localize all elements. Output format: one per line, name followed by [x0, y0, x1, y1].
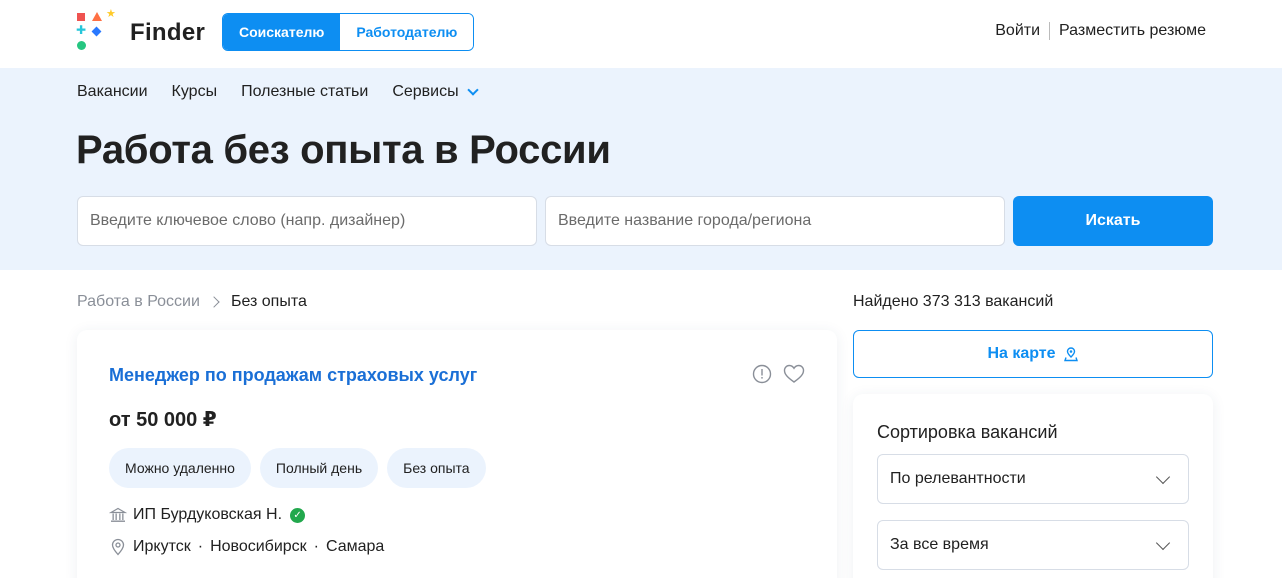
logo-mark-icon: ★ ✚: [76, 9, 118, 52]
map-button[interactable]: На карте: [853, 330, 1213, 378]
keyword-placeholder: Введите ключевое слово (напр. дизайнер): [90, 212, 406, 229]
logo[interactable]: ★ ✚ Finder: [76, 9, 216, 52]
period-value: За все время: [890, 536, 989, 553]
site-header: ★ ✚ Finder Соискателю Работодателю Войти…: [0, 0, 1282, 68]
search-button[interactable]: Искать: [1013, 196, 1213, 246]
nav-item-services[interactable]: Сервисы: [392, 83, 479, 101]
page-title: Работа без опыта в России: [76, 128, 611, 172]
nav-item-articles[interactable]: Полезные статьи: [241, 83, 368, 101]
keyword-search-input[interactable]: Введите ключевое слово (напр. дизайнер): [77, 196, 537, 246]
results-count: Найдено 373 313 вакансий: [853, 293, 1054, 310]
chevron-down-icon: [466, 83, 479, 96]
chevron-right-icon: [208, 296, 220, 308]
vacancy-title-link[interactable]: Менеджер по продажам страховых услуг: [109, 365, 477, 386]
main-nav: Вакансии Курсы Полезные статьи Сервисы: [77, 83, 479, 101]
tag-remote: Можно удаленно: [109, 448, 251, 488]
employer-row: ИП Бурдуковская Н. ✓: [109, 506, 306, 524]
city-separator: ·: [313, 538, 319, 555]
tag-no-experience: Без опыта: [387, 448, 486, 488]
tag-full-day: Полный день: [259, 448, 379, 488]
hero-section: Вакансии Курсы Полезные статьи Сервисы Р…: [0, 68, 1282, 270]
city-search-input[interactable]: Введите название города/региона: [545, 196, 1005, 246]
building-icon: [109, 507, 127, 522]
sort-order-value: По релевантности: [890, 470, 1026, 487]
breadcrumb-current: Без опыта: [230, 293, 307, 310]
sort-panel: Сортировка вакансий По релевантности За …: [853, 394, 1213, 578]
chevron-down-icon: [1155, 469, 1171, 485]
nav-item-vacancies[interactable]: Вакансии: [77, 83, 148, 101]
role-switch: Соискателю Работодателю: [222, 13, 475, 51]
city-item: Новосибирск: [210, 538, 307, 555]
nav-item-services-label: Сервисы: [392, 83, 459, 100]
sort-title: Сортировка вакансий: [877, 422, 1058, 442]
vacancy-actions: [751, 363, 805, 385]
chevron-down-icon: [1155, 535, 1171, 551]
breadcrumb: Работа в России Без опыта: [77, 293, 307, 311]
city-item: Иркутск: [133, 538, 191, 555]
city-item: Самара: [326, 538, 385, 555]
tab-employer[interactable]: Работодателю: [340, 14, 474, 50]
vacancy-tags: Можно удаленно Полный день Без опыта: [109, 448, 486, 488]
heart-icon[interactable]: [783, 363, 805, 385]
map-pin-icon: [1063, 347, 1078, 362]
login-link[interactable]: Войти: [995, 22, 1040, 40]
vacancy-salary: от 50 000 ₽: [109, 409, 217, 431]
logo-text: Finder: [130, 19, 206, 46]
period-select[interactable]: За все время: [877, 520, 1189, 570]
employer-name[interactable]: ИП Бурдуковская Н.: [133, 506, 282, 524]
report-icon[interactable]: [751, 363, 773, 385]
post-resume-link[interactable]: Разместить резюме: [1059, 22, 1206, 40]
breadcrumb-parent-link[interactable]: Работа в России: [77, 293, 200, 311]
location-pin-icon: [111, 538, 125, 556]
verified-check-icon: ✓: [290, 507, 306, 523]
city-placeholder: Введите название города/региона: [558, 212, 812, 229]
nav-item-courses[interactable]: Курсы: [172, 83, 218, 101]
sort-order-select[interactable]: По релевантности: [877, 454, 1189, 504]
vacancy-card[interactable]: Менеджер по продажам страховых услуг от …: [77, 330, 837, 578]
header-actions: Войти Разместить резюме: [995, 22, 1206, 40]
header-divider: [1049, 22, 1051, 40]
city-separator: ·: [197, 538, 204, 555]
vacancy-cities: Иркутск · Новосибирск · Самара: [109, 538, 384, 556]
map-button-label: На карте: [987, 345, 1056, 362]
tab-job-seeker[interactable]: Соискателю: [223, 14, 341, 50]
